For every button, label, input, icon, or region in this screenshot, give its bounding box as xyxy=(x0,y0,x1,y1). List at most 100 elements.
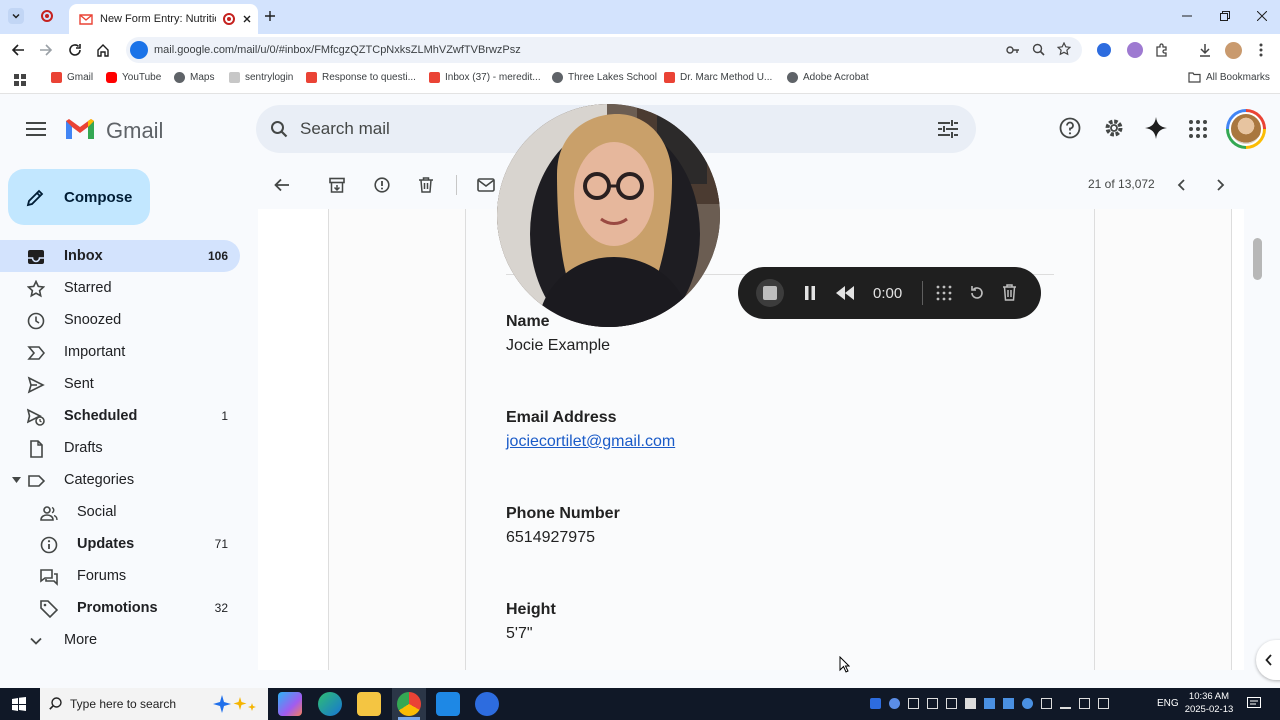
sidebar-item-updates[interactable]: Updates 71 xyxy=(0,528,240,560)
mark-unread-icon[interactable] xyxy=(477,178,495,192)
help-icon[interactable] xyxy=(1059,117,1081,139)
google-apps-icon[interactable] xyxy=(1189,120,1207,138)
sidebar-item-promotions[interactable]: Promotions 32 xyxy=(0,592,240,624)
rewind-icon[interactable] xyxy=(836,286,854,300)
sidebar-item-more[interactable]: More xyxy=(0,624,240,656)
bookmark-dr-marc[interactable]: Dr. Marc Method U... xyxy=(664,72,772,83)
sidebar-item-starred[interactable]: Starred xyxy=(0,272,240,304)
file-explorer-icon[interactable] xyxy=(357,692,381,716)
profile-avatar[interactable] xyxy=(1225,42,1242,59)
compose-button[interactable]: Compose xyxy=(8,169,150,225)
close-tab-icon[interactable] xyxy=(242,14,252,24)
site-info-icon[interactable] xyxy=(130,41,148,59)
edge-icon[interactable] xyxy=(318,692,342,716)
sidebar-item-sent[interactable]: Sent xyxy=(0,368,240,400)
search-options-icon[interactable] xyxy=(938,120,958,138)
account-avatar[interactable] xyxy=(1226,109,1266,149)
delete-icon[interactable] xyxy=(418,177,434,193)
taskbar-search[interactable]: Type here to search xyxy=(40,688,268,720)
settings-gear-icon[interactable] xyxy=(1103,117,1125,139)
chrome-taskbar-button[interactable] xyxy=(392,688,426,720)
bookmark-maps[interactable]: Maps xyxy=(174,72,214,83)
zoom-extension-icon[interactable] xyxy=(1097,43,1111,57)
back-icon[interactable] xyxy=(11,43,25,57)
system-tray-icons[interactable] xyxy=(870,698,1170,710)
sidebar-item-important[interactable]: Important xyxy=(0,336,240,368)
sidebar-item-snoozed[interactable]: Snoozed xyxy=(0,304,240,336)
forward-icon[interactable] xyxy=(39,43,53,57)
older-chevron-icon[interactable] xyxy=(1216,179,1225,191)
hamburger-menu-icon[interactable] xyxy=(26,122,46,136)
app-tray-icon-2[interactable] xyxy=(927,698,938,709)
sidebar-item-forums[interactable]: Forums xyxy=(0,560,240,592)
recording-tab-icon[interactable] xyxy=(41,10,53,22)
sidebar-item-scheduled[interactable]: Scheduled 1 xyxy=(0,400,240,432)
back-to-inbox-icon[interactable] xyxy=(274,178,290,192)
pause-icon[interactable] xyxy=(804,286,816,300)
newer-chevron-icon[interactable] xyxy=(1177,179,1186,191)
gmail-logo-icon[interactable] xyxy=(64,117,96,141)
restart-icon[interactable] xyxy=(969,285,985,301)
close-window-button[interactable] xyxy=(1243,0,1280,32)
sidebar-item-inbox[interactable]: Inbox 106 xyxy=(0,240,240,272)
maximize-button[interactable] xyxy=(1206,0,1244,32)
bookmark-response[interactable]: Response to questi... xyxy=(306,72,416,83)
search-input[interactable]: Search mail xyxy=(300,119,390,139)
notifications-icon[interactable] xyxy=(1247,697,1261,711)
clock[interactable]: 10:36 AM 2025-02-13 xyxy=(1184,690,1234,716)
apps-grid-icon[interactable] xyxy=(14,74,26,86)
drag-handle-icon[interactable] xyxy=(936,285,952,301)
language-indicator[interactable]: ENG xyxy=(1157,698,1179,709)
copilot-icon[interactable] xyxy=(278,692,302,716)
app-tray-icon-7[interactable] xyxy=(1041,698,1052,709)
app-tray-icon-4[interactable] xyxy=(965,698,976,709)
zoom-icon[interactable] xyxy=(1032,43,1045,56)
app-tray-icon-3[interactable] xyxy=(946,698,957,709)
bookmark-star-icon[interactable] xyxy=(1057,42,1071,56)
sidebar-item-categories[interactable]: Categories xyxy=(0,464,240,496)
app-tray-icon-6[interactable] xyxy=(1003,698,1014,709)
tab-active[interactable]: New Form Entry: Nutrition I xyxy=(69,4,258,34)
app-tray-icon-5[interactable] xyxy=(984,698,995,709)
word-doc-icon[interactable] xyxy=(436,692,460,716)
zoom-tray-icon[interactable] xyxy=(870,698,881,709)
bookmark-adobe[interactable]: Adobe Acrobat xyxy=(787,72,869,83)
address-bar[interactable]: mail.google.com/mail/u/0/#inbox/FMfcgzQZ… xyxy=(126,37,1082,63)
scrollbar-thumb[interactable] xyxy=(1253,238,1262,280)
extension-icon[interactable] xyxy=(1127,42,1143,58)
bookmark-sentrylogin[interactable]: sentrylogin xyxy=(229,72,293,83)
caret-down-icon[interactable] xyxy=(12,477,21,483)
scrollbar[interactable] xyxy=(1250,230,1264,670)
gemini-sparkle-icon[interactable] xyxy=(1145,117,1167,139)
webcam-bubble[interactable] xyxy=(497,104,720,327)
bookmark-gmail[interactable]: Gmail xyxy=(51,72,93,83)
report-spam-icon[interactable] xyxy=(374,177,390,193)
bookmark-inbox[interactable]: Inbox (37) - meredit... xyxy=(429,72,541,83)
wifi-icon[interactable] xyxy=(1060,698,1071,709)
home-icon[interactable] xyxy=(96,43,110,57)
puzzle-icon[interactable] xyxy=(1155,43,1169,57)
key-icon[interactable] xyxy=(1006,44,1020,56)
stop-button[interactable] xyxy=(756,279,784,307)
reload-icon[interactable] xyxy=(68,43,82,57)
minimize-button[interactable] xyxy=(1168,0,1206,32)
bluetooth-icon[interactable] xyxy=(1022,698,1033,709)
download-icon[interactable] xyxy=(1198,43,1212,57)
sidebar-item-drafts[interactable]: Drafts xyxy=(0,432,240,464)
battery-icon[interactable] xyxy=(1098,698,1109,709)
bookmark-youtube[interactable]: YouTube xyxy=(106,72,161,83)
menu-dots-icon[interactable] xyxy=(1259,43,1263,57)
all-bookmarks[interactable]: All Bookmarks xyxy=(1188,72,1270,83)
gear-tray-icon[interactable] xyxy=(889,698,900,709)
email-link[interactable]: jociecortilet@gmail.com xyxy=(506,433,675,451)
bookmark-three-lakes[interactable]: Three Lakes School xyxy=(552,72,657,83)
windows-start-icon[interactable] xyxy=(12,697,26,711)
tab-search-button[interactable] xyxy=(8,8,24,24)
volume-icon[interactable] xyxy=(1079,698,1090,709)
trash-icon[interactable] xyxy=(1002,284,1017,301)
search-icon[interactable] xyxy=(270,120,288,138)
zoom-app-icon[interactable] xyxy=(475,692,499,716)
app-tray-icon[interactable] xyxy=(908,698,919,709)
archive-icon[interactable] xyxy=(329,177,345,193)
sidebar-item-social[interactable]: Social xyxy=(0,496,240,528)
